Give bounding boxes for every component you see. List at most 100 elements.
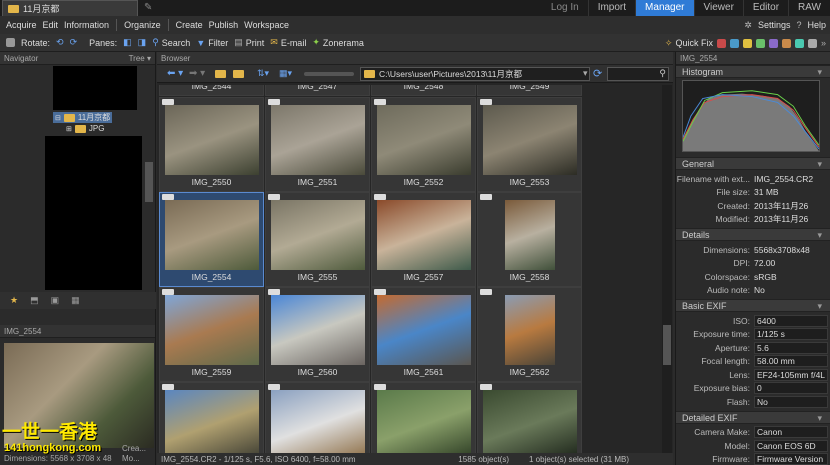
edit-tool-icon-2[interactable] [729, 38, 739, 48]
edit-tool-icon-7[interactable] [794, 38, 804, 48]
folder-up-icon[interactable] [215, 70, 226, 78]
folder-up-icon[interactable]: ⬒ [30, 295, 39, 306]
tree-item-child[interactable]: ⊞ JPG [66, 124, 104, 133]
settings-icon[interactable]: ✲ [744, 20, 752, 31]
favorites-icon[interactable]: ★ [10, 295, 18, 306]
thumbnail-cell[interactable] [159, 382, 264, 453]
metadata-value[interactable]: Canon [754, 426, 828, 439]
section-header-general[interactable]: General [676, 157, 830, 171]
thumbnail-cell[interactable]: IMG_2548 [371, 85, 476, 96]
menu-publish[interactable]: Publish [209, 20, 239, 30]
edit-tool-icon-5[interactable] [768, 38, 778, 48]
thumbnail-cell[interactable]: IMG_2559 [159, 287, 264, 382]
refresh-icon[interactable]: ⟳ [593, 67, 602, 80]
metadata-value[interactable]: No [754, 395, 828, 408]
thumbnail-cell[interactable] [477, 382, 582, 453]
thumbnail-cell[interactable]: IMG_2551 [265, 97, 370, 192]
metadata-value[interactable]: Canon EOS 6D [754, 439, 828, 452]
expand-icon[interactable]: ⊞ [66, 125, 72, 133]
help-icon[interactable]: ? [796, 20, 801, 30]
thumbnail-cell[interactable]: IMG_2549 [477, 85, 582, 96]
menu-edit[interactable]: Edit [43, 20, 59, 30]
thumbnail-cell[interactable]: IMG_2561 [371, 287, 476, 382]
mode-viewer[interactable]: Viewer [693, 0, 743, 16]
metadata-value[interactable]: Firmware Version [754, 453, 828, 465]
more-icon[interactable]: » [821, 38, 826, 48]
edit-tool-icon-1[interactable] [716, 38, 726, 48]
section-header-detailed-exif[interactable]: Detailed EXIF [676, 410, 830, 425]
mode-log-in[interactable]: Log In [542, 0, 588, 16]
edit-tool-icon-8[interactable] [807, 38, 817, 48]
thumbnail-cell[interactable]: IMG_2557 [371, 192, 476, 287]
thumbnail-cell[interactable]: IMG_2560 [265, 287, 370, 382]
quick-fix-button[interactable]: ✧ Quick Fix [665, 38, 713, 49]
mode-manager[interactable]: Manager [635, 0, 694, 16]
filter-button[interactable]: ▼ Filter [196, 38, 228, 48]
thumbnail-size-slider[interactable] [304, 72, 354, 76]
thumbnail-cell[interactable]: IMG_2558 [477, 192, 582, 287]
tree-item-selected[interactable]: ⊟ 11月京都 [53, 112, 113, 123]
menu-create[interactable]: Create [176, 20, 203, 30]
edit-tool-icon-6[interactable] [781, 38, 791, 48]
metadata-value: 2013年11月26 [754, 214, 809, 225]
menu-organize[interactable]: Organize [124, 20, 161, 30]
mode-raw[interactable]: RAW [788, 0, 830, 16]
section-header-details[interactable]: Details [676, 228, 830, 242]
metadata-value[interactable]: 6400 [754, 314, 828, 327]
document-tab[interactable]: 11月京都 [2, 0, 138, 16]
email-button[interactable]: ✉ E-mail [270, 37, 306, 48]
folder-new-icon[interactable] [233, 70, 244, 78]
path-field[interactable]: C:\Users\user\Pictures\2013\11月京都 [360, 67, 590, 81]
path-dropdown-icon[interactable]: ▾ [583, 68, 588, 79]
search-icon: ⚲ [659, 68, 666, 78]
metadata-row: DPI: 72.00 [676, 257, 830, 271]
forward-icon[interactable]: ➡ ▾ [189, 68, 205, 79]
sort-icon[interactable]: ⇅▾ [257, 68, 269, 79]
thumbnail-cell[interactable]: IMG_2555 [265, 192, 370, 287]
properties-icon[interactable] [6, 38, 15, 47]
collapse-icon[interactable]: ⊟ [55, 114, 61, 122]
thumbnail-cell[interactable] [371, 382, 476, 453]
browser-scrollbar[interactable] [662, 85, 672, 453]
metadata-value[interactable]: 58.00 mm [754, 355, 828, 368]
mode-import[interactable]: Import [587, 0, 635, 16]
metadata-value[interactable]: 5.6 [754, 341, 828, 354]
zonerama-button[interactable]: ✦ Zonerama [312, 37, 364, 48]
print-button[interactable]: ▤ Print [234, 37, 264, 48]
tree-dropdown[interactable]: Tree ▾ [129, 52, 151, 64]
thumbnail-cell[interactable]: IMG_2554 [159, 192, 264, 287]
thumbnail-cell[interactable]: IMG_2544 [159, 85, 264, 96]
panes-right-icon[interactable]: ◨ [138, 37, 147, 48]
scrollbar-thumb[interactable] [663, 325, 671, 365]
help-button[interactable]: Help [807, 20, 826, 30]
edit-tool-icon-3[interactable] [742, 38, 752, 48]
settings-button[interactable]: Settings [758, 20, 791, 30]
thumbnail-cell[interactable]: IMG_2552 [371, 97, 476, 192]
panes-left-icon[interactable]: ◧ [123, 37, 132, 48]
menu-information[interactable]: Information [64, 20, 109, 30]
metadata-value[interactable]: EF24-105mm f/4L [754, 368, 828, 381]
menu-workspace[interactable]: Workspace [244, 20, 289, 30]
folders-icon[interactable]: ▣ [51, 295, 60, 306]
histogram-header[interactable]: Histogram [676, 65, 830, 79]
view-mode-icon[interactable]: ▦▾ [279, 68, 292, 79]
back-icon[interactable]: ⬅ ▾ [167, 68, 183, 79]
thumbnail-cell[interactable] [265, 382, 370, 453]
new-tab-icon[interactable]: ✎ [144, 2, 152, 13]
metadata-value[interactable]: 1/125 s [754, 328, 828, 341]
thumbnail-cell[interactable]: IMG_2547 [265, 85, 370, 96]
browser-search-input[interactable]: ⚲ [607, 67, 669, 81]
rotate-left-icon[interactable]: ⟲ [56, 37, 64, 48]
thumbnail-cell[interactable]: IMG_2553 [477, 97, 582, 192]
thumbnail-cell[interactable]: IMG_2550 [159, 97, 264, 192]
view-icon[interactable]: ▦ [71, 295, 80, 306]
menu-acquire[interactable]: Acquire [6, 20, 37, 30]
rotate-right-icon[interactable]: ⟳ [70, 37, 78, 48]
edit-tool-icon-4[interactable] [755, 38, 765, 48]
section-header-basic-exif[interactable]: Basic EXIF [676, 299, 830, 313]
metadata-value[interactable]: 0 [754, 382, 828, 395]
navigator-scrollbar[interactable] [145, 162, 153, 202]
mode-editor[interactable]: Editor [742, 0, 788, 16]
search-button[interactable]: ⚲ Search [152, 37, 190, 48]
thumbnail-cell[interactable]: IMG_2562 [477, 287, 582, 382]
